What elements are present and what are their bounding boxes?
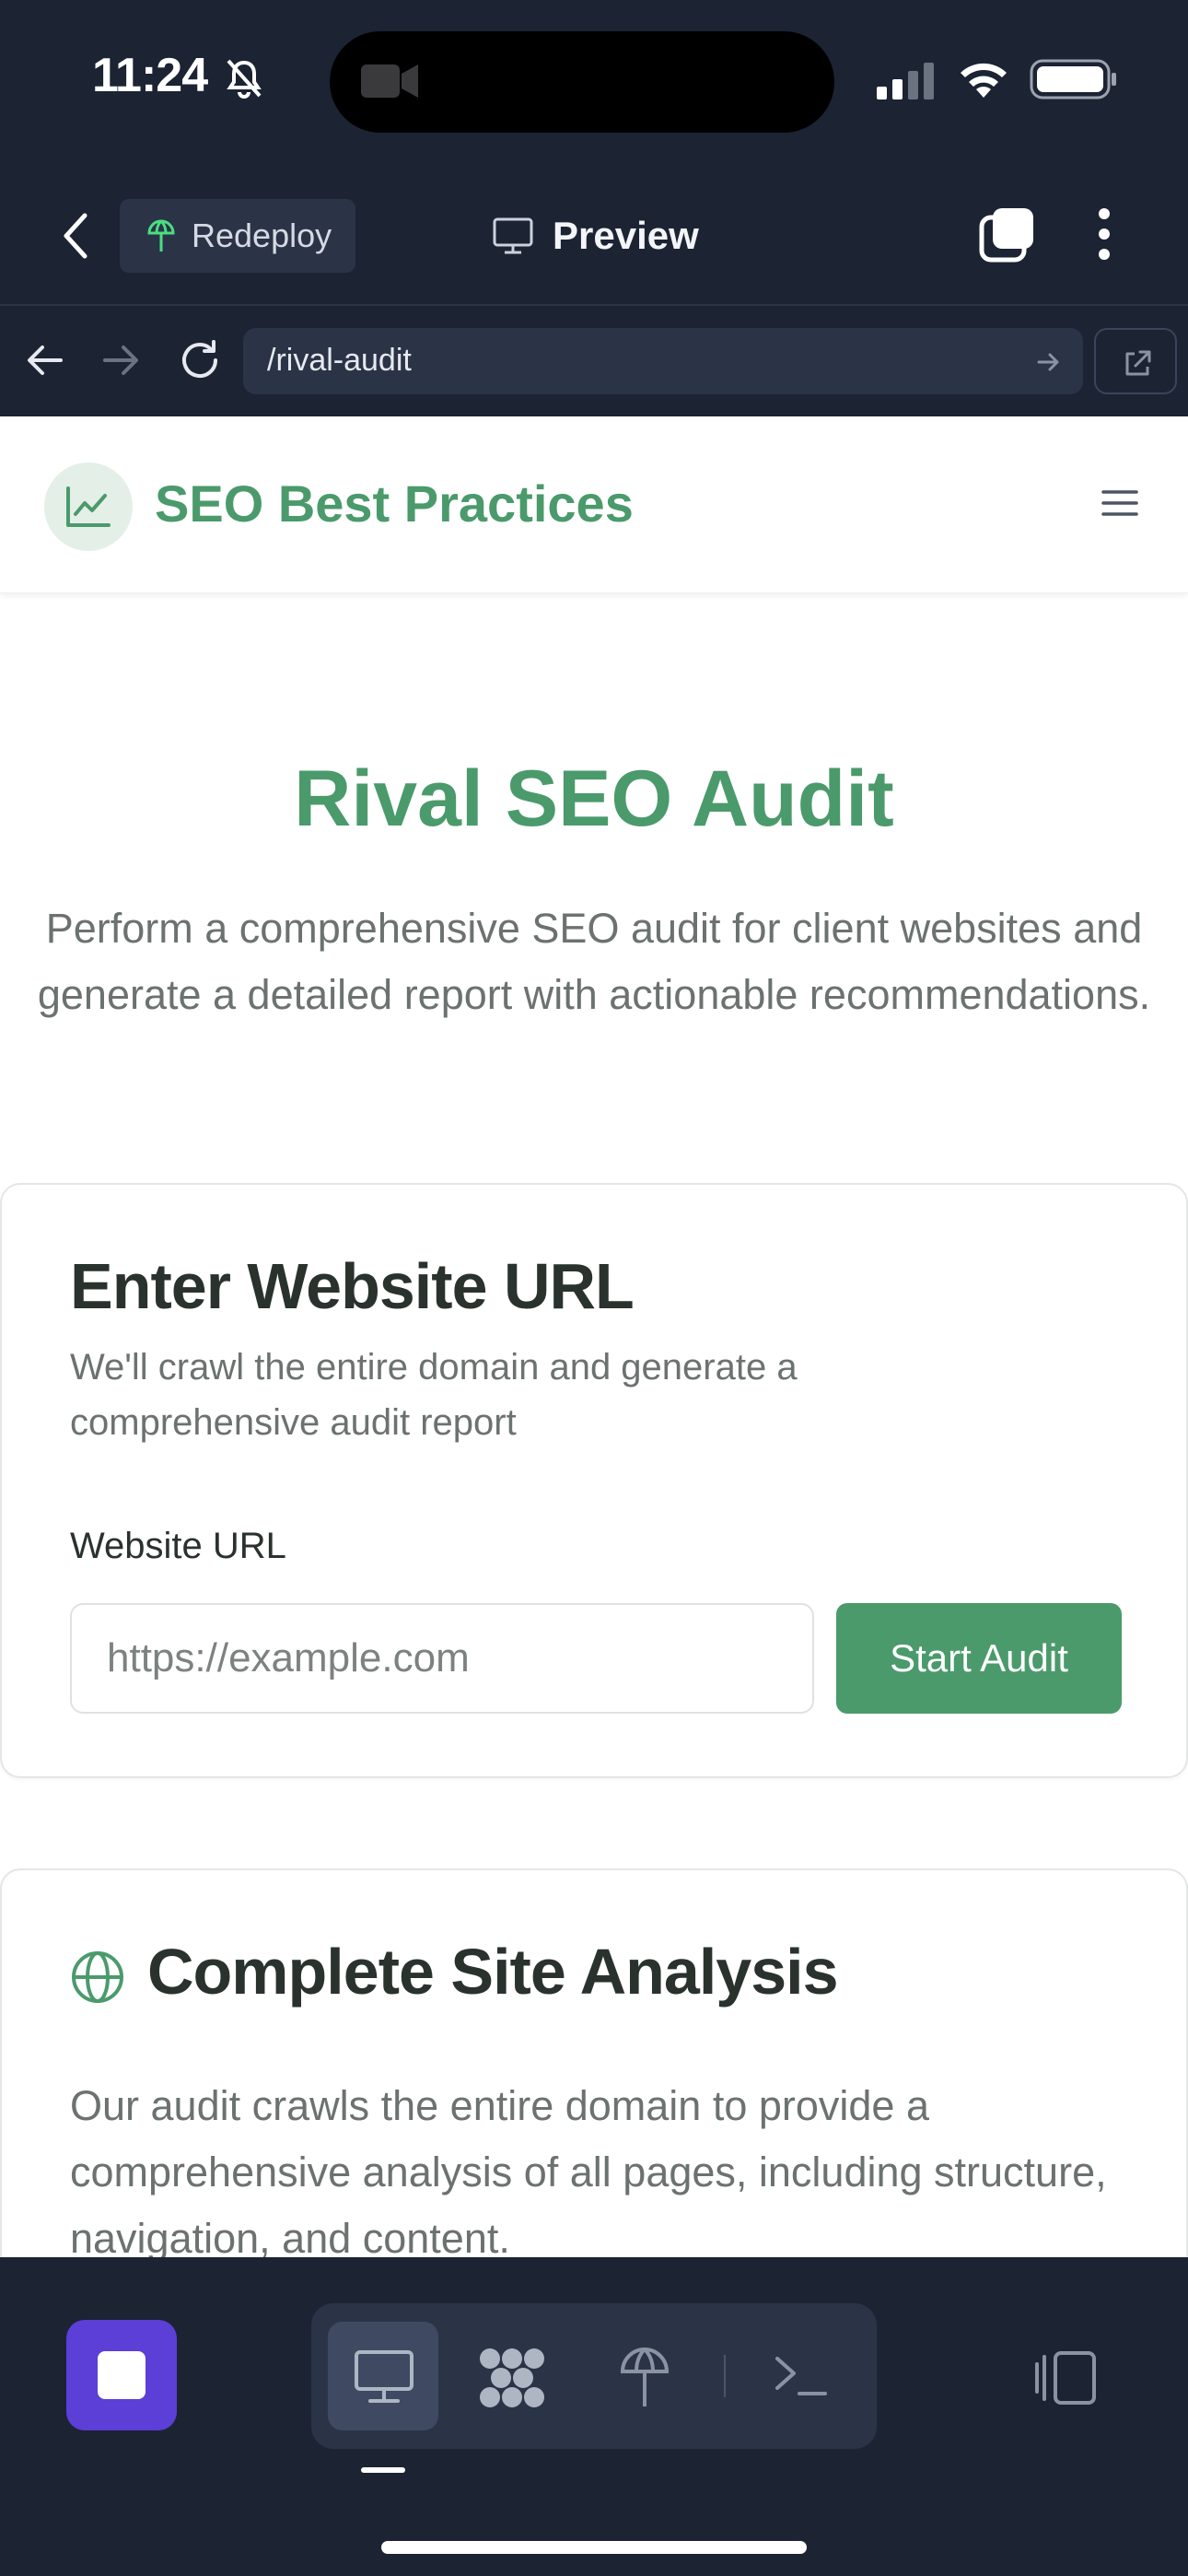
status-time: 11:24 [92,49,208,102]
wifi-icon [961,63,1007,98]
home-indicator [381,2541,807,2554]
browser-toolbar: /rival-audit [0,306,1188,416]
toolbar-divider [724,2355,726,2397]
page-title: Rival SEO Audit [294,755,894,843]
card-title: Enter Website URL [70,1250,635,1322]
open-external-button[interactable] [1094,328,1177,394]
preview-title: Preview [492,206,699,265]
tool-group [311,2303,877,2449]
deploy-icon[interactable] [619,2346,670,2410]
arrow-go-icon[interactable] [1035,348,1063,376]
tabs-icon[interactable] [978,205,1037,263]
camera-icon [361,64,418,98]
battery-icon [1030,59,1116,100]
more-icon[interactable] [1092,205,1116,263]
external-link-icon [1125,350,1151,376]
redeploy-icon [147,219,175,252]
address-bar[interactable]: /rival-audit [243,328,1083,394]
desktop-icon[interactable] [354,2349,414,2405]
back-icon[interactable] [57,208,94,263]
web-viewport: SEO Best Practices Rival SEO Audit Perfo… [0,416,1188,2257]
site-brand[interactable]: SEO Best Practices [155,474,634,533]
page-description: Perform a comprehensive SEO audit for cl… [37,905,1151,1018]
reload-icon[interactable] [177,337,223,383]
bottom-toolbar [0,2261,1188,2576]
active-tab-indicator [361,2467,405,2473]
arrow-right-icon[interactable] [99,339,142,381]
site-analysis-card: Complete Site Analysis Our audit crawls … [0,1868,1188,2257]
app-header: Redeploy Preview [0,166,1188,306]
redeploy-button[interactable]: Redeploy [120,199,355,273]
redeploy-label: Redeploy [192,217,332,254]
start-audit-button[interactable]: Start Audit [836,1603,1122,1714]
address-text: /rival-audit [267,343,412,378]
site-logo[interactable] [44,463,133,551]
signal-icon [877,63,934,100]
card-subtitle: We'll crawl the entire domain and genera… [70,1347,798,1443]
device-switch-icon[interactable] [1031,2349,1098,2406]
site-navbar: SEO Best Practices [0,416,1188,593]
stop-icon [98,2351,146,2399]
apps-icon[interactable] [477,2346,547,2410]
status-bar: 11:24 [0,0,1188,166]
analysis-title: Complete Site Analysis [147,1936,839,2008]
website-url-input[interactable] [70,1603,814,1714]
globe-icon [72,1951,123,2003]
preview-label: Preview [553,214,699,257]
url-field-label: Website URL [70,1526,286,1566]
chart-line-icon [66,486,111,527]
monitor-icon [493,217,533,254]
bell-slash-icon [227,59,262,99]
analysis-body: Our audit crawls the entire domain to pr… [70,2082,1107,2257]
arrow-left-icon[interactable] [24,339,66,381]
hamburger-icon[interactable] [1101,486,1138,520]
stop-button[interactable] [66,2320,177,2430]
terminal-icon[interactable] [774,2351,829,2401]
url-entry-card: Enter Website URL We'll crawl the entire… [0,1183,1188,1778]
